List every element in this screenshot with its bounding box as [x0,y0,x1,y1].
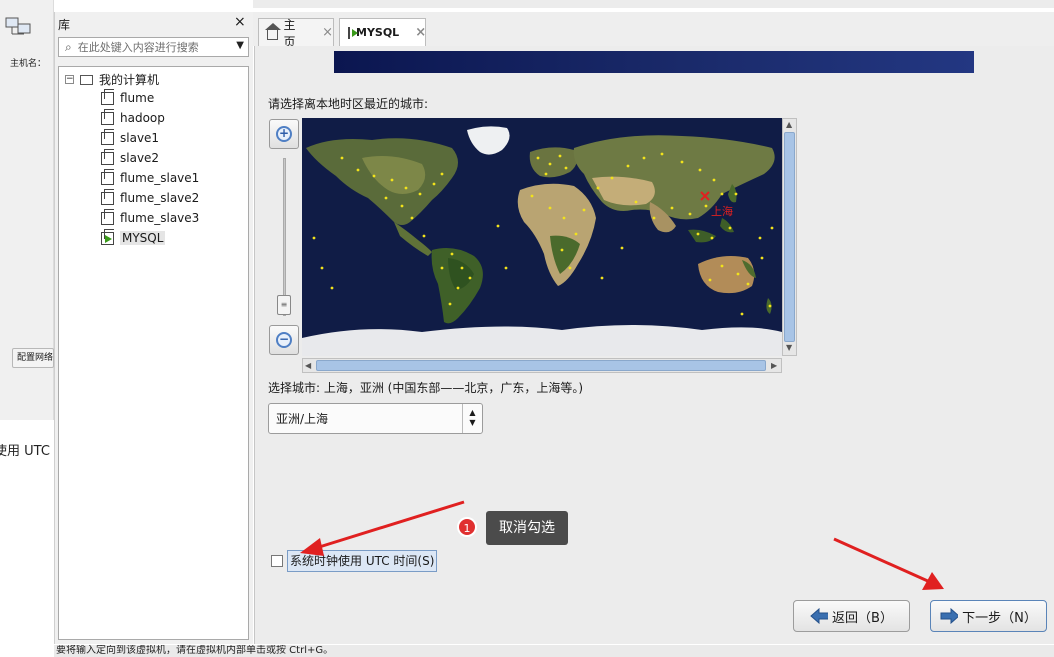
annotation-arrow-next [833,537,931,584]
annotation-arrow-checkbox [315,500,465,550]
annotation-arrows [300,500,944,590]
status-bar: 要将输入定向到该虚拟机，请在虚拟机内部单击或按 Ctrl+G。 [54,645,1054,657]
annotation-arrowhead-checkbox [300,538,324,556]
